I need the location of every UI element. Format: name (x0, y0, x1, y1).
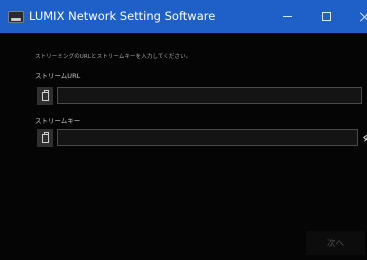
paste-stream-url-button[interactable] (37, 87, 53, 105)
instruction-text: ストリーミングのURLとストリームキーを入力してください。 (35, 54, 192, 60)
app-window: LUMIX Network Setting Software ストリーミングのU… (0, 0, 367, 260)
minimize-icon (282, 16, 292, 17)
paste-icon (41, 89, 49, 101)
paste-icon (41, 131, 49, 143)
paste-stream-key-button[interactable] (37, 129, 53, 147)
maximize-icon (321, 12, 331, 21)
next-button[interactable]: 次へ (306, 231, 365, 255)
window-title: LUMIX Network Setting Software (29, 9, 216, 23)
stream-url-label: ストリームURL (35, 72, 81, 80)
title-bar: LUMIX Network Setting Software (0, 0, 367, 33)
maximize-button[interactable] (307, 0, 345, 33)
close-icon (360, 12, 367, 22)
stream-url-input[interactable] (57, 87, 362, 104)
eye-hidden-icon[interactable] (363, 133, 367, 142)
stream-key-input[interactable] (57, 129, 358, 146)
minimize-button[interactable] (268, 0, 306, 33)
stream-key-label: ストリームキー (35, 117, 81, 125)
app-icon (8, 11, 24, 23)
close-button[interactable] (346, 0, 367, 33)
